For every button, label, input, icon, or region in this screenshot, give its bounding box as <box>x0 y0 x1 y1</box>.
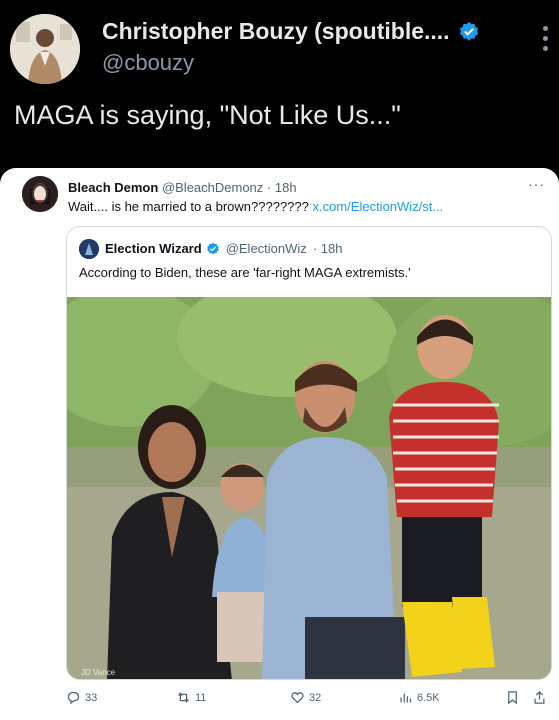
reply-count: 33 <box>85 691 98 704</box>
more-vertical-icon[interactable] <box>541 26 549 56</box>
post-text: MAGA is saying, "Not Like Us..." <box>14 100 401 130</box>
views-icon <box>400 693 412 703</box>
family-photo[interactable]: JD Vance <box>67 297 552 680</box>
reply-button[interactable]: 33 <box>66 690 97 705</box>
embedded-link[interactable]: x.com/ElectionWiz/st... <box>313 199 444 214</box>
embedded-avatar[interactable] <box>22 176 58 212</box>
share-icon <box>534 690 545 704</box>
embedded-author-name[interactable]: Bleach Demon <box>68 180 158 195</box>
quoted-time: · 18h <box>312 241 343 256</box>
bookmark-icon <box>508 691 517 705</box>
quoted-author-handle[interactable]: @ElectionWiz <box>226 241 307 256</box>
action-bar: 33 11 32 6.5K <box>0 690 559 716</box>
like-icon <box>291 692 304 704</box>
like-count: 32 <box>309 691 322 704</box>
embedded-author-handle[interactable]: @BleachDemonz <box>162 180 263 195</box>
share-button[interactable] <box>532 690 547 705</box>
views-count: 6.5K <box>417 691 440 704</box>
more-horizontal-icon[interactable]: ··· <box>528 176 545 192</box>
verified-badge-icon <box>206 242 219 254</box>
author-handle[interactable]: @cbouzy <box>102 50 194 76</box>
svg-text:JD Vance: JD Vance <box>81 668 116 677</box>
views-button[interactable]: 6.5K <box>398 690 440 705</box>
avatar[interactable] <box>10 14 80 84</box>
embedded-time: · 18h <box>266 180 297 195</box>
reply-icon <box>67 691 80 705</box>
author-name[interactable]: Christopher Bouzy (spoutible.... <box>102 18 450 45</box>
verified-badge-icon <box>459 21 478 41</box>
repost-icon <box>178 692 189 703</box>
embedded-text: Wait.... is he married to a brown???????… <box>68 199 309 214</box>
quoted-author-name[interactable]: Election Wizard <box>105 241 202 256</box>
embedded-post-card[interactable]: Bleach Demon @BleachDemonz · 18h ··· Wai… <box>0 168 559 720</box>
bookmark-button[interactable] <box>505 690 520 705</box>
like-button[interactable]: 32 <box>290 690 321 705</box>
repost-count: 11 <box>195 691 207 704</box>
quoted-text: According to Biden, these are 'far-right… <box>79 265 411 280</box>
repost-button[interactable]: 11 <box>176 690 206 705</box>
outer-post-header: Christopher Bouzy (spoutible.... @cbouzy <box>0 0 559 95</box>
quoted-post[interactable]: Election Wizard @ElectionWiz · 18h Accor… <box>66 226 552 680</box>
quoted-avatar[interactable] <box>79 239 99 259</box>
